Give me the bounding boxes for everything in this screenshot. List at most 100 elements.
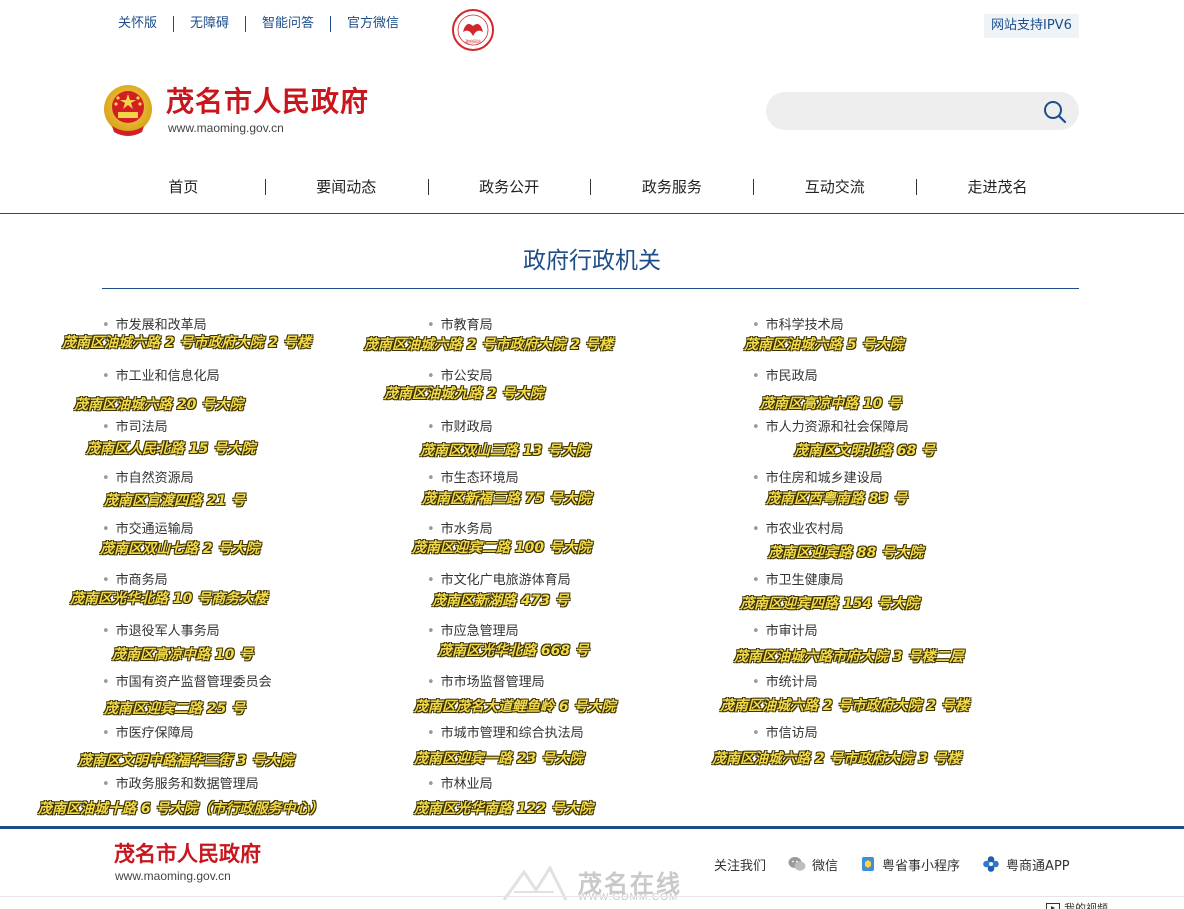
agency-address: 茂南区迎宾二路 25 号 bbox=[104, 701, 246, 717]
care-version-link[interactable]: 关怀版 bbox=[106, 14, 173, 34]
follow-us-label: 关注我们 bbox=[714, 855, 766, 874]
nav-news[interactable]: 要闻动态 bbox=[264, 174, 428, 200]
agency-address: 茂南区油城六路 2 号市政府大院 2 号楼 bbox=[62, 335, 311, 351]
agency-name[interactable]: 市人力资源和社会保障局 bbox=[752, 419, 909, 437]
agency-address: 茂南区迎宾四路 154 号大院 bbox=[740, 596, 919, 612]
agency-name[interactable]: 市应急管理局 bbox=[427, 623, 519, 641]
agency-name[interactable]: 市公安局 bbox=[427, 368, 493, 386]
agency-name[interactable]: 市农业农村局 bbox=[752, 521, 844, 539]
agency-address: 茂南区双山七路 2 号大院 bbox=[100, 541, 260, 557]
yueshangtong-link[interactable]: 粤商通APP bbox=[982, 855, 1070, 874]
agency-address: 茂南区光华北路 668 号 bbox=[438, 643, 589, 659]
agency-address: 茂南区茂名大道鲤鱼岭 6 号大院 bbox=[414, 699, 616, 715]
agency-address: 茂南区新湖路 473 号 bbox=[432, 593, 569, 609]
agency-name[interactable]: 市统计局 bbox=[752, 674, 818, 692]
agency-address: 茂南区光华南路 122 号大院 bbox=[414, 801, 593, 817]
agency-name[interactable]: 市财政局 bbox=[427, 419, 493, 437]
agency-name[interactable]: 市工业和信息化局 bbox=[102, 368, 220, 386]
footer-divider bbox=[0, 826, 1184, 829]
nav-gov-affairs-public[interactable]: 政务公开 bbox=[427, 174, 591, 200]
agency-name[interactable]: 市政务服务和数据管理局 bbox=[102, 776, 259, 794]
agency-name[interactable]: 市科学技术局 bbox=[752, 317, 844, 335]
footer-links: 关注我们 微信 粤省事小程序 粤商通APP bbox=[714, 854, 1092, 874]
nav-gov-services[interactable]: 政务服务 bbox=[590, 174, 753, 200]
wechat-label: 微信 bbox=[812, 858, 839, 874]
follow-us-text: 关注我们 bbox=[714, 858, 767, 874]
agency-name[interactable]: 市审计局 bbox=[752, 623, 818, 641]
yueshengshi-label: 粤省事小程序 bbox=[882, 858, 961, 874]
my-video-link[interactable]: 我的视频 bbox=[1046, 900, 1108, 909]
agency-name[interactable]: 市国有资产监督管理委员会 bbox=[102, 674, 272, 692]
agency-name[interactable]: 市水务局 bbox=[427, 521, 493, 539]
nav-divider bbox=[0, 213, 1184, 214]
agency-address: 茂南区官渡四路 21 号 bbox=[104, 493, 246, 509]
top-links: 关怀版 无障碍 智能问答 官方微信 bbox=[106, 14, 415, 34]
agency-name[interactable]: 市住房和城乡建设局 bbox=[752, 470, 883, 488]
yueshangtong-label: 粤商通APP bbox=[1006, 858, 1070, 874]
agency-address: 茂南区文明北路 68 号 bbox=[794, 443, 936, 459]
agency-address: 茂南区高凉中路 10 号 bbox=[112, 647, 254, 663]
smart-qa-link[interactable]: 智能问答 bbox=[246, 14, 330, 34]
site-title[interactable]: 茂名市人民政府 bbox=[166, 84, 369, 120]
search-icon[interactable] bbox=[1042, 99, 1068, 125]
agency-name[interactable]: 市自然资源局 bbox=[102, 470, 194, 488]
mini-program-icon bbox=[862, 857, 875, 871]
agency-address: 茂南区迎宾路 88 号大院 bbox=[768, 545, 924, 561]
ipv6-badge: 网站支持IPV6 bbox=[984, 14, 1079, 38]
agency-address: 茂南区光华北路 10 号商务大楼 bbox=[70, 591, 268, 607]
agency-name[interactable]: 市交通运输局 bbox=[102, 521, 194, 539]
agency-name[interactable]: 市文化广电旅游体育局 bbox=[427, 572, 571, 590]
agency-name[interactable]: 市发展和改革局 bbox=[102, 317, 207, 335]
agency-name[interactable]: 市城市管理和综合执法局 bbox=[427, 725, 584, 743]
section-title: 政府行政机关 bbox=[523, 248, 661, 274]
nav-interaction[interactable]: 互动交流 bbox=[753, 174, 916, 200]
agency-name[interactable]: 市民政局 bbox=[752, 368, 818, 386]
agency-address: 茂南区油城六路 2 号市政府大院 3 号楼 bbox=[712, 751, 961, 767]
main-nav: 首页 要闻动态 政务公开 政务服务 互动交流 走进茂名 bbox=[102, 174, 1079, 200]
agency-address: 茂南区油城六路 2 号市政府大院 2 号楼 bbox=[364, 337, 613, 353]
agency-address: 茂南区油城十路 6 号大院（市行政服务中心） bbox=[38, 801, 324, 817]
official-wechat-link[interactable]: 官方微信 bbox=[331, 14, 415, 34]
agency-address: 茂南区迎宾二路 100 号大院 bbox=[412, 540, 591, 556]
agency-address: 茂南区西粤南路 83 号 bbox=[766, 491, 908, 507]
agency-name[interactable]: 市信访局 bbox=[752, 725, 818, 743]
agency-name[interactable]: 市司法局 bbox=[102, 419, 168, 437]
agency-address: 茂南区迎宾一路 23 号大院 bbox=[414, 751, 584, 767]
footer-url: www.maoming.gov.cn bbox=[115, 869, 231, 883]
agency-name[interactable]: 市生态环境局 bbox=[427, 470, 519, 488]
agency-address: 茂南区新福三路 75 号大院 bbox=[422, 491, 592, 507]
agency-address: 茂南区油城六路市府大院 3 号楼二层 bbox=[734, 649, 964, 665]
flower-app-icon bbox=[983, 856, 999, 872]
agency-name[interactable]: 市教育局 bbox=[427, 317, 493, 335]
nav-home[interactable]: 首页 bbox=[102, 174, 265, 200]
section-divider bbox=[102, 288, 1079, 289]
yueshengshi-link[interactable]: 粤省事小程序 bbox=[860, 855, 960, 874]
bottom-divider bbox=[0, 896, 1184, 897]
seal-sub-text: 政府网站 bbox=[465, 38, 481, 44]
agency-address: 茂南区人民北路 15 号大院 bbox=[86, 441, 256, 457]
search-input[interactable] bbox=[786, 99, 1026, 123]
agency-name[interactable]: 市医疗保障局 bbox=[102, 725, 194, 743]
agency-name[interactable]: 市商务局 bbox=[102, 572, 168, 590]
agency-address: 茂南区双山三路 13 号大院 bbox=[420, 443, 590, 459]
agency-name[interactable]: 市市场监督管理局 bbox=[427, 674, 545, 692]
accessibility-link[interactable]: 无障碍 bbox=[174, 14, 245, 34]
agency-address: 茂南区高凉中路 10 号 bbox=[760, 396, 902, 412]
watermark-url: WWW.GDMM.COM bbox=[578, 892, 679, 903]
wechat-icon bbox=[788, 857, 806, 871]
gov-website-seal-icon[interactable]: 政府网站 bbox=[446, 6, 500, 52]
site-url: www.maoming.gov.cn bbox=[168, 121, 284, 135]
top-bar: 关怀版 无障碍 智能问答 官方微信 政府网站 网站支持IPV6 bbox=[0, 0, 1184, 52]
my-video-label: 我的视频 bbox=[1064, 902, 1108, 909]
wechat-link[interactable]: 微信 bbox=[788, 855, 838, 874]
agency-address: 茂南区油城六路 2 号市政府大院 2 号楼 bbox=[720, 698, 969, 714]
agency-name[interactable]: 市林业局 bbox=[427, 776, 493, 794]
national-emblem-icon bbox=[104, 85, 152, 136]
agency-address: 茂南区油城六路 20 号大院 bbox=[74, 397, 244, 413]
agency-name[interactable]: 市卫生健康局 bbox=[752, 572, 844, 590]
agency-name[interactable]: 市退役军人事务局 bbox=[102, 623, 220, 641]
nav-about-maoming[interactable]: 走进茂名 bbox=[916, 174, 1079, 200]
footer-title: 茂名市人民政府 bbox=[114, 841, 261, 866]
agency-address: 茂南区油城九路 2 号大院 bbox=[384, 386, 544, 402]
agency-address: 茂南区油城六路 5 号大院 bbox=[744, 337, 904, 353]
